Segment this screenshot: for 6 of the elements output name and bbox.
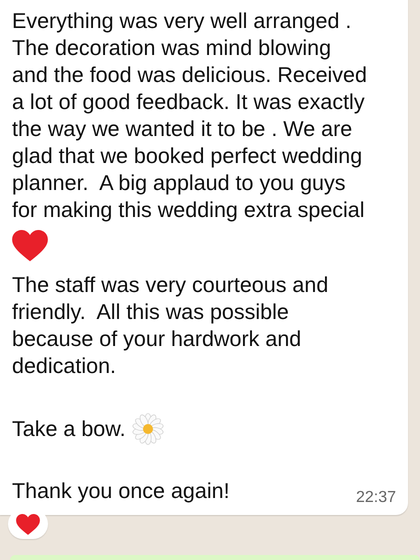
message-text: Take a bow. bbox=[12, 416, 126, 443]
reaction-bubble[interactable] bbox=[8, 509, 48, 540]
message-time: 22:37 bbox=[356, 489, 396, 508]
message-text: Everything was very well arranged . The decoration was mind blowing and the food was delicious. Received a lot of good feedback. It was exactly the way we wanted it to be . We are glad that we booked perfect wedding planner. A big applaud to you guys for making this wedding extra special bbox=[12, 8, 367, 224]
message-text: Thank you once again! bbox=[12, 478, 230, 506]
message-text: The staff was very courteous and friendly. All this was possible because of your hardwork and dedication. bbox=[12, 272, 328, 380]
